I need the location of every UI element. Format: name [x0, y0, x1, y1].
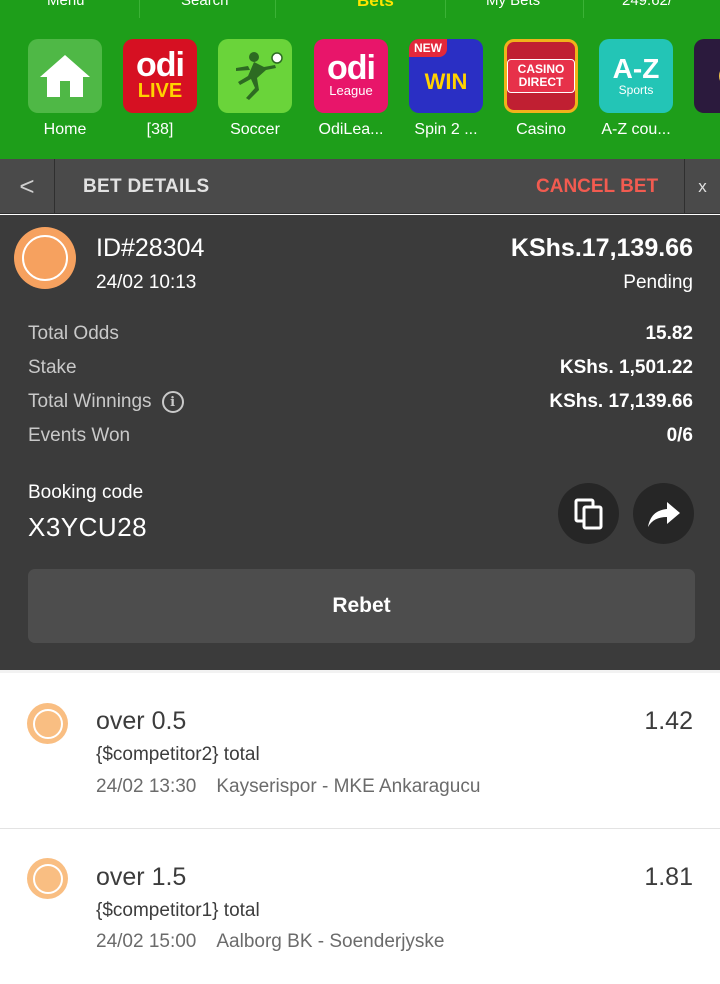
nav-separator: [445, 0, 446, 18]
app-spin-2-win[interactable]: NEW WIN Spin 2 ...: [407, 39, 485, 139]
share-button[interactable]: [633, 483, 694, 544]
app-label: Spin 2 ...: [414, 121, 478, 138]
nav-balance[interactable]: 249.62/: [622, 0, 672, 11]
app-label: OdiLea...: [318, 121, 384, 138]
nav-bets[interactable]: Bets: [357, 0, 394, 11]
events-won-row: Events Won 0/6: [28, 425, 693, 449]
cancel-bet-button[interactable]: CANCEL BET: [536, 176, 658, 198]
total-odds-row: Total Odds 15.82: [28, 323, 693, 347]
app-label: Soccer: [230, 121, 280, 138]
page-title: BET DETAILS: [83, 176, 210, 197]
selection-type: {$competitor2} total: [96, 744, 260, 765]
casino-direct-logo: CASINO DIRECT: [507, 59, 575, 93]
selection-meta: 24/02 15:00 Aalborg BK - Soenderjyske: [96, 931, 445, 953]
chevron-left-icon: <: [19, 171, 35, 201]
odi-live-icon: odi LIVE: [123, 39, 197, 113]
bet-details-header: < BET DETAILS CANCEL BET x: [0, 159, 720, 214]
selection-match: Kayserispor - MKE Ankaragucu: [216, 776, 481, 797]
selection-market: over 0.5: [96, 707, 187, 735]
app-label: Casino: [516, 121, 566, 138]
odi-logo: odi: [327, 49, 376, 87]
total-winnings-key: Total Winnings i: [28, 391, 184, 413]
total-winnings-value: KShs. 17,139.66: [549, 391, 693, 412]
back-button[interactable]: <: [0, 159, 55, 214]
stake-value: KShs. 1,501.22: [559, 357, 693, 378]
copy-icon: [574, 498, 602, 529]
az-logo: A-Z: [612, 53, 660, 84]
new-badge: NEW: [409, 39, 447, 57]
pending-status-icon: [27, 703, 68, 744]
app-odi-league[interactable]: odi League OdiLea...: [312, 39, 390, 139]
selection-odds: 1.42: [644, 707, 693, 735]
nav-separator: [139, 0, 140, 18]
league-logo: League: [329, 83, 373, 98]
odi-logo: odi: [136, 46, 185, 84]
app-home[interactable]: Home: [26, 39, 104, 139]
casino-direct-icon: CASINO DIRECT: [504, 39, 578, 113]
app-label: Home: [43, 121, 87, 138]
booking-code-label: Booking code: [28, 482, 144, 503]
close-button[interactable]: x: [684, 159, 720, 214]
nav-separator: [583, 0, 584, 18]
possible-win: KShs.17,139.66: [510, 234, 693, 262]
info-icon[interactable]: i: [161, 391, 184, 413]
odi-league-icon: odi League: [314, 39, 388, 113]
selection-match: Aalborg BK - Soenderjyske: [216, 931, 445, 952]
app-az-sports[interactable]: A-Z Sports A-Z cou...: [597, 39, 675, 139]
slot-icon: [694, 39, 720, 113]
az-sports-icon: A-Z Sports: [599, 39, 673, 113]
nav-separator: [275, 0, 276, 18]
top-nav: Menu Search Bets My Bets 249.62/: [0, 0, 720, 18]
selection-item[interactable]: over 0.5 1.42 {$competitor2} total 24/02…: [0, 670, 720, 829]
nav-menu[interactable]: Menu: [47, 0, 85, 11]
bet-status: Pending: [623, 272, 693, 293]
app-soccer[interactable]: Soccer: [216, 39, 294, 139]
share-arrow-icon: [647, 501, 680, 527]
app-odi-live[interactable]: odi LIVE [38]: [121, 39, 199, 139]
live-logo: LIVE: [137, 80, 183, 102]
app-label: A-Z cou...: [601, 121, 671, 138]
stake-label: Stake: [28, 357, 77, 378]
selection-type: {$competitor1} total: [96, 900, 260, 921]
rebet-button[interactable]: Rebet: [28, 569, 695, 643]
copy-button[interactable]: [558, 483, 619, 544]
app-label: [38]: [146, 121, 174, 138]
soccer-player-icon: [218, 39, 292, 113]
selection-time: 24/02 15:00: [96, 931, 197, 952]
app-slot[interactable]: S: [692, 39, 720, 139]
selection-odds: 1.81: [644, 863, 693, 891]
win-logo: WIN: [424, 69, 468, 94]
home-icon: [28, 39, 102, 113]
total-odds-value: 15.82: [645, 323, 693, 344]
selection-time: 24/02 13:30: [96, 776, 197, 797]
bet-summary: ID#28304 24/02 10:13 KShs.17,139.66 Pend…: [0, 215, 720, 670]
nav-search[interactable]: Search: [181, 0, 229, 11]
bet-date: 24/02 10:13: [96, 272, 197, 293]
selection-meta: 24/02 13:30 Kayserispor - MKE Ankaragucu: [96, 776, 480, 798]
events-won-value: 0/6: [666, 425, 693, 446]
nav-my-bets[interactable]: My Bets: [486, 0, 540, 11]
total-odds-label: Total Odds: [28, 323, 119, 344]
selection-market: over 1.5: [96, 863, 187, 891]
events-won-label: Events Won: [28, 425, 131, 446]
app-strip: Home odi LIVE [38] Soccer odi League Odi…: [0, 18, 720, 159]
app-label: S: [692, 121, 720, 139]
total-winnings-label: Total Winnings: [28, 391, 152, 412]
spin-2-win-icon: NEW WIN: [409, 39, 483, 113]
app-casino[interactable]: CASINO DIRECT Casino: [502, 39, 580, 139]
booking-code: X3YCU28: [28, 512, 148, 542]
bet-id: ID#28304: [96, 234, 205, 262]
stake-row: Stake KShs. 1,501.22: [28, 357, 693, 381]
sports-logo: Sports: [618, 83, 654, 97]
close-icon: x: [698, 176, 707, 196]
total-winnings-row: Total Winnings i KShs. 17,139.66: [28, 391, 693, 415]
pending-status-icon: [14, 227, 76, 289]
selection-item[interactable]: over 1.5 1.81 {$competitor1} total 24/02…: [0, 830, 720, 984]
pending-status-icon: [27, 858, 68, 899]
